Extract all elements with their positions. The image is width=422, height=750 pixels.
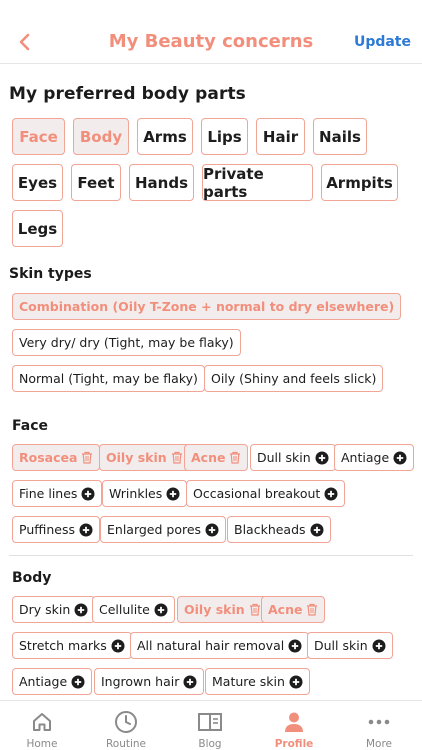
body-parts-heading: My preferred body parts (9, 84, 246, 104)
skin-type-oily[interactable]: Oily (Shiny and feels slick) (204, 365, 384, 392)
chip-legs[interactable]: Legs (12, 210, 63, 247)
trash-icon[interactable] (249, 603, 261, 616)
book-icon (197, 710, 223, 734)
chip-private-parts[interactable]: Private parts (202, 164, 313, 201)
plus-circle-icon[interactable] (111, 639, 125, 653)
plus-circle-icon[interactable] (205, 523, 219, 537)
chip-lips[interactable]: Lips (201, 118, 248, 155)
face-concern-enlarged-pores[interactable]: Enlarged pores (100, 516, 227, 543)
face-concern-wrinkles[interactable]: Wrinkles (102, 480, 188, 507)
section-divider (9, 555, 413, 556)
chip-hair[interactable]: Hair (256, 118, 305, 155)
face-concern-oily-skin[interactable]: Oily skin (99, 444, 190, 471)
body-heading: Body (12, 570, 52, 586)
face-heading: Face (12, 418, 48, 434)
face-concern-dull-skin[interactable]: Dull skin (250, 444, 336, 471)
tab-routine[interactable]: Routine (84, 701, 168, 750)
face-concern-rosacea[interactable]: Rosacea (12, 444, 101, 471)
body-concern-ingrown-hair[interactable]: Ingrown hair (94, 668, 205, 695)
plus-circle-icon[interactable] (288, 639, 302, 653)
plus-circle-icon[interactable] (315, 451, 329, 465)
chip-nails[interactable]: Nails (313, 118, 367, 155)
body-concern-dry-skin[interactable]: Dry skin (12, 596, 96, 623)
face-concern-blackheads[interactable]: Blackheads (227, 516, 331, 543)
update-button[interactable]: Update (354, 34, 411, 50)
plus-circle-icon[interactable] (81, 487, 95, 501)
tab-profile[interactable]: Profile (252, 701, 336, 750)
body-concern-hair-removal[interactable]: All natural hair removal (130, 632, 310, 659)
bottom-tab-bar: Home Routine Blog Profile More (0, 700, 422, 750)
body-concern-dull-skin[interactable]: Dull skin (307, 632, 393, 659)
face-concern-acne[interactable]: Acne (184, 444, 249, 471)
chip-hands[interactable]: Hands (129, 164, 194, 201)
more-icon (368, 710, 390, 734)
plus-circle-icon[interactable] (71, 675, 85, 689)
tab-more[interactable]: More (337, 701, 421, 750)
skin-type-normal[interactable]: Normal (Tight, may be flaky) (12, 365, 205, 392)
plus-circle-icon[interactable] (74, 603, 88, 617)
plus-circle-icon[interactable] (79, 523, 93, 537)
face-concern-antiage[interactable]: Antiage (334, 444, 415, 471)
trash-icon[interactable] (171, 451, 183, 464)
face-concern-fine-lines[interactable]: Fine lines (12, 480, 103, 507)
plus-circle-icon[interactable] (183, 675, 197, 689)
trash-icon[interactable] (306, 603, 318, 616)
plus-circle-icon[interactable] (154, 603, 168, 617)
face-concern-occasional-breakout[interactable]: Occasional breakout (186, 480, 346, 507)
face-concern-puffiness[interactable]: Puffiness (12, 516, 100, 543)
body-concern-acne[interactable]: Acne (261, 596, 326, 623)
plus-circle-icon[interactable] (289, 675, 303, 689)
body-concern-mature-skin[interactable]: Mature skin (205, 668, 310, 695)
clock-icon (114, 710, 138, 734)
chip-feet[interactable]: Feet (71, 164, 121, 201)
tab-blog[interactable]: Blog (168, 701, 252, 750)
skin-type-very-dry[interactable]: Very dry/ dry (Tight, may be flaky) (12, 329, 241, 356)
tab-home[interactable]: Home (0, 701, 84, 750)
chip-armpits[interactable]: Armpits (321, 164, 398, 201)
header: My Beauty concerns Update (0, 0, 422, 64)
skin-type-combination[interactable]: Combination (Oily T-Zone + normal to dry… (12, 293, 402, 320)
home-icon (31, 710, 53, 734)
skin-types-heading: Skin types (9, 266, 92, 282)
body-concern-antiage[interactable]: Antiage (12, 668, 93, 695)
plus-circle-icon[interactable] (310, 523, 324, 537)
plus-circle-icon[interactable] (372, 639, 386, 653)
trash-icon[interactable] (81, 451, 93, 464)
body-concern-cellulite[interactable]: Cellulite (92, 596, 175, 623)
plus-circle-icon[interactable] (393, 451, 407, 465)
trash-icon[interactable] (229, 451, 241, 464)
chip-arms[interactable]: Arms (137, 118, 193, 155)
body-concern-stretch-marks[interactable]: Stretch marks (12, 632, 132, 659)
body-concern-oily-skin[interactable]: Oily skin (177, 596, 268, 623)
content-area[interactable]: My preferred body parts Face Body Arms L… (0, 64, 422, 700)
chip-eyes[interactable]: Eyes (12, 164, 63, 201)
chip-body[interactable]: Body (73, 118, 129, 155)
plus-circle-icon[interactable] (166, 487, 180, 501)
person-icon (283, 710, 305, 734)
chip-face[interactable]: Face (12, 118, 65, 155)
plus-circle-icon[interactable] (324, 487, 338, 501)
